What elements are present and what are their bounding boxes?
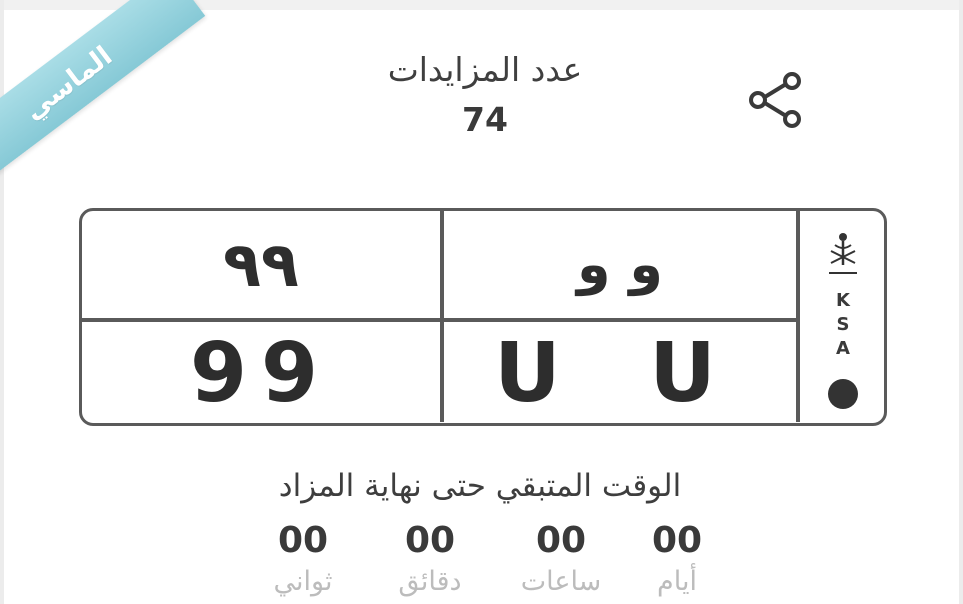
countdown-seconds-label: ثواني	[273, 566, 333, 597]
ribbon-band: الماسي	[0, 0, 206, 180]
countdown-minutes-label: دقائق	[398, 566, 462, 597]
category-ribbon: الماسي	[0, 0, 230, 180]
license-plate: ٩٩ و و 99 U U K S A	[79, 208, 887, 426]
plate-number-arabic: ٩٩	[223, 228, 299, 301]
plate-center-divider	[440, 211, 444, 422]
country-code-s: S	[836, 314, 850, 335]
plate-dot	[828, 379, 858, 409]
countdown-seconds-value: 00	[277, 520, 329, 561]
countdown-days-value: 00	[651, 520, 703, 561]
saudi-emblem-icon	[800, 229, 884, 285]
countdown-hours-label: ساعات	[520, 566, 602, 597]
country-code-k: K	[836, 290, 850, 311]
share-icon	[749, 72, 801, 128]
plate-country-strip: K S A	[800, 211, 884, 422]
plate-letters-arabic: و و	[577, 233, 663, 296]
country-code: K S A	[800, 289, 884, 361]
plate-card[interactable]: الماسي عدد المزايدات 74 ٩٩ و و 99 U U K …	[0, 0, 963, 604]
card-right-border	[959, 0, 963, 604]
country-code-a: A	[836, 338, 850, 359]
bids-count-value: 74	[462, 100, 508, 139]
plate-letters-latin: U U	[494, 326, 746, 421]
countdown-days-label: أيام	[657, 566, 697, 597]
countdown-minutes-value: 00	[404, 520, 456, 561]
plate-number-latin: 99	[189, 326, 333, 421]
ribbon-label: الماسي	[18, 40, 118, 126]
bids-count-label: عدد المزايدات	[387, 50, 583, 89]
countdown-title: الوقت المتبقي حتى نهاية المزاد	[278, 468, 682, 504]
share-button[interactable]	[740, 68, 812, 132]
countdown-hours-value: 00	[535, 520, 587, 561]
